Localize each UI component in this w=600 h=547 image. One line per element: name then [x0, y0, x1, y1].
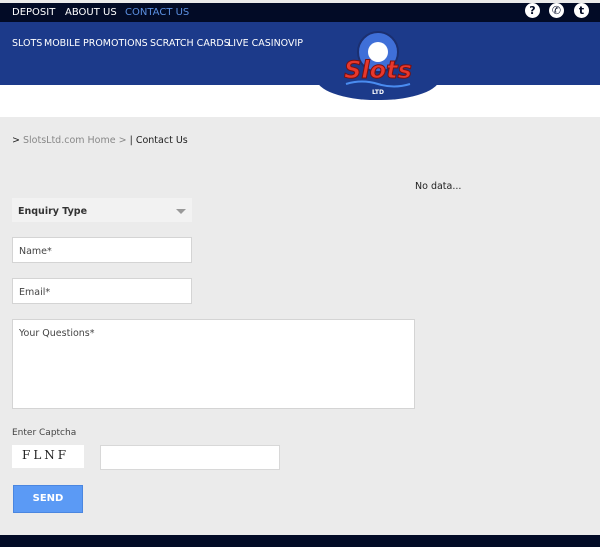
- footer: [0, 535, 600, 547]
- breadcrumb-home[interactable]: SlotsLtd.com Home: [23, 135, 116, 146]
- email-field[interactable]: Email*: [12, 278, 192, 304]
- nav-vip[interactable]: VIP: [288, 38, 303, 49]
- nav-about-us[interactable]: ABOUT US: [65, 7, 117, 18]
- breadcrumb-prefix: >: [12, 135, 20, 146]
- logo-graphic: Slots LTD: [344, 31, 412, 96]
- tumblr-icon[interactable]: t: [574, 3, 589, 18]
- name-field[interactable]: Name*: [12, 237, 192, 263]
- top-bar: DEPOSIT ABOUT US CONTACT US ? ✆ t: [0, 3, 600, 22]
- breadcrumb-current: | Contact Us: [129, 135, 188, 146]
- help-icon[interactable]: ?: [525, 3, 540, 18]
- phone-icon[interactable]: ✆: [549, 3, 564, 18]
- enquiry-type-select[interactable]: Enquiry Type: [12, 198, 192, 222]
- captcha-label: Enter Captcha: [12, 428, 77, 438]
- email-placeholder: Email*: [19, 287, 51, 298]
- name-placeholder: Name*: [19, 246, 52, 257]
- nav-mobile[interactable]: MOBILE: [44, 38, 80, 49]
- enquiry-type-value: Enquiry Type: [18, 206, 88, 217]
- nav-contact-us[interactable]: CONTACT US: [125, 7, 189, 18]
- svg-text:Slots: Slots: [344, 56, 412, 84]
- header-spacer: [0, 85, 600, 117]
- nav-deposit[interactable]: DEPOSIT: [12, 7, 55, 18]
- svg-text:LTD: LTD: [372, 89, 384, 96]
- captcha-input[interactable]: [100, 445, 280, 470]
- breadcrumb-separator: >: [118, 135, 127, 146]
- logo[interactable]: Slots LTD: [316, 22, 440, 100]
- status-text: No data...: [415, 181, 462, 192]
- send-button[interactable]: SEND: [13, 485, 83, 513]
- questions-placeholder: Your Questions*: [19, 328, 95, 339]
- main-nav: SLOTS MOBILE PROMOTIONS SCRATCH CARDS LI…: [0, 22, 600, 85]
- breadcrumb: > SlotsLtd.com Home > | Contact Us: [12, 135, 188, 146]
- questions-textarea[interactable]: Your Questions*: [12, 319, 415, 409]
- nav-promotions[interactable]: PROMOTIONS: [83, 38, 148, 49]
- nav-scratch-cards[interactable]: SCRATCH CARDS: [150, 38, 230, 49]
- captcha-image: FLNF: [12, 445, 84, 468]
- nav-live-casino[interactable]: LIVE CASINO: [228, 38, 288, 49]
- nav-slots[interactable]: SLOTS: [12, 38, 42, 49]
- chevron-down-icon: [176, 209, 186, 214]
